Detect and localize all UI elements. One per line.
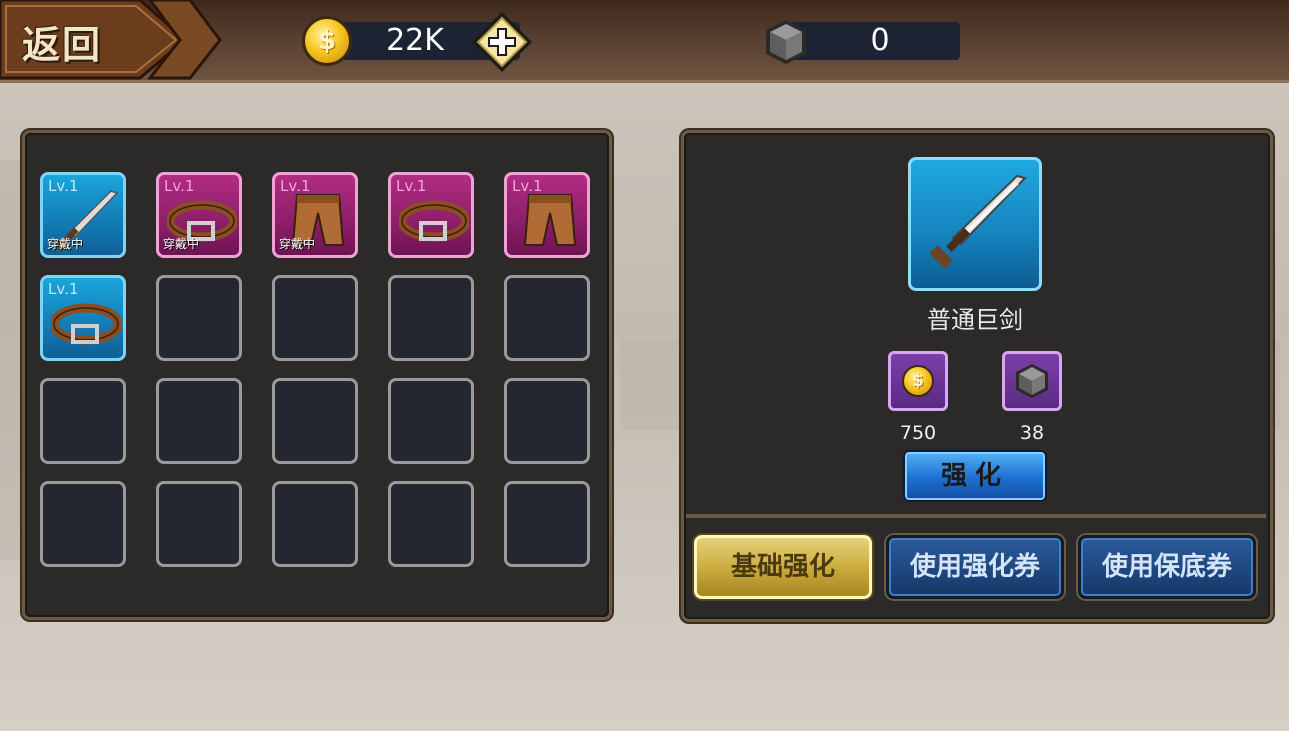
inventory-slot[interactable]: Lv.1 穿戴中 [40, 172, 126, 258]
material-counter: 0 [790, 22, 960, 60]
inventory-slot[interactable]: Lv.1 [40, 275, 126, 361]
gold-cost-value: 750 [899, 422, 937, 444]
iron-cube-icon [766, 20, 806, 64]
iron-cube-icon [1016, 364, 1048, 398]
empty-slot[interactable] [272, 481, 358, 567]
item-name: 普通巨剑 [927, 306, 1023, 334]
empty-slot[interactable] [156, 378, 242, 464]
empty-slot[interactable] [504, 481, 590, 567]
selected-item-slot [908, 157, 1042, 291]
top-bar: 返回 22K $ 0 [0, 0, 1289, 83]
inventory-slot[interactable]: Lv.1 [504, 172, 590, 258]
material-cost-value: 38 [1019, 422, 1045, 444]
sword-icon [929, 174, 1027, 269]
pants-icon [523, 194, 577, 246]
gold-value: 22K [386, 23, 444, 58]
back-label: 返回 [22, 23, 103, 67]
empty-slot[interactable] [388, 481, 474, 567]
back-button[interactable]: 返回 [0, 0, 222, 80]
empty-slot[interactable] [504, 275, 590, 361]
empty-slot[interactable] [388, 275, 474, 361]
empty-slot[interactable] [504, 378, 590, 464]
basic-enhance-tab[interactable]: 基础强化 [694, 535, 872, 599]
equipped-label: 穿戴中 [47, 237, 84, 251]
empty-slot[interactable] [272, 378, 358, 464]
use-enhance-ticket-tab[interactable]: 使用强化券 [886, 535, 1064, 599]
inventory-slot[interactable]: Lv.1 穿戴中 [272, 172, 358, 258]
panel-divider [686, 514, 1266, 518]
inventory-slot[interactable]: Lv.1 [388, 172, 474, 258]
inventory-slot[interactable]: Lv.1 穿戴中 [156, 172, 242, 258]
equipped-label: 穿戴中 [163, 237, 200, 251]
enhance-button[interactable]: 强化 [903, 450, 1047, 502]
empty-slot[interactable] [40, 378, 126, 464]
empty-slot[interactable] [388, 378, 474, 464]
use-guarantee-ticket-tab[interactable]: 使用保底券 [1078, 535, 1256, 599]
equipped-label: 穿戴中 [279, 237, 316, 251]
material-value: 0 [870, 23, 890, 58]
empty-slot[interactable] [272, 275, 358, 361]
add-gold-button[interactable] [470, 10, 534, 74]
empty-slot[interactable] [156, 275, 242, 361]
material-cost-box [1002, 351, 1062, 411]
belt-icon [399, 200, 469, 242]
belt-icon [51, 303, 121, 345]
gold-coin-icon: $ [302, 16, 352, 66]
gold-coin-icon: $ [902, 365, 934, 397]
gold-cost-box: $ [888, 351, 948, 411]
empty-slot[interactable] [40, 481, 126, 567]
empty-slot[interactable] [156, 481, 242, 567]
